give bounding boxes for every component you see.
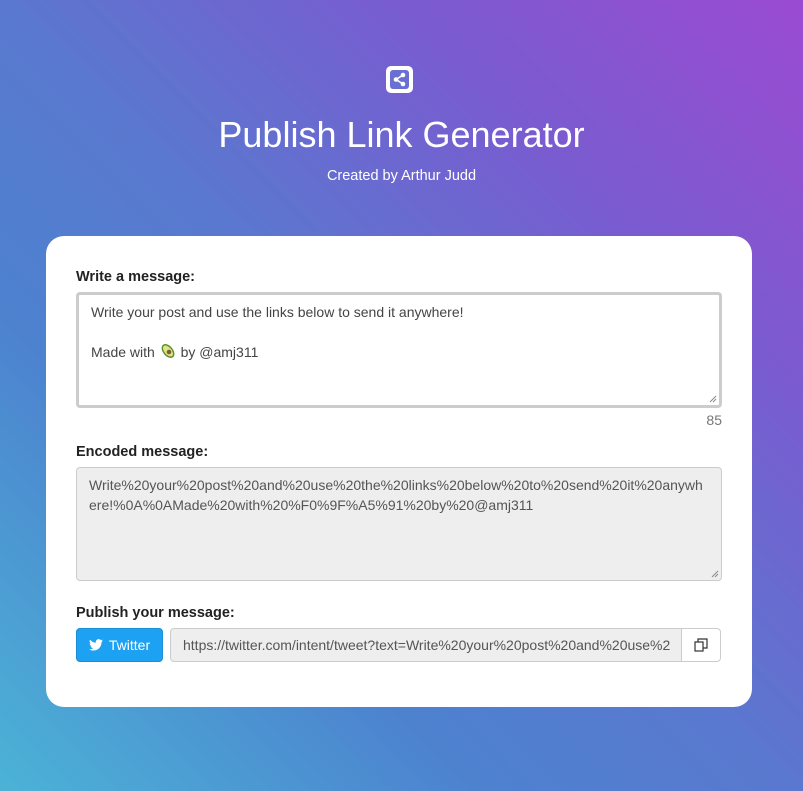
- twitter-icon: [88, 639, 103, 651]
- compose-label: Write a message:: [76, 269, 196, 285]
- twitter-button-label: Twitter: [108, 637, 151, 653]
- character-counter: 85: [706, 412, 722, 428]
- generator-card: Write a message: Write your post and use…: [46, 236, 752, 707]
- publish-label: Publish your message:: [76, 605, 235, 621]
- encoded-textarea[interactable]: Write%20your%20post%20and%20use%20the%20…: [76, 467, 722, 581]
- encoded-label: Encoded message:: [76, 444, 209, 460]
- page-subtitle: Created by Arthur Judd: [326, 168, 477, 184]
- copy-button[interactable]: [681, 628, 721, 662]
- twitter-url-input[interactable]: https://twitter.com/intent/tweet?text=Wr…: [170, 628, 682, 662]
- message-line-3-prefix: Made with: [91, 344, 159, 360]
- message-line-3-suffix: by @amj311: [176, 344, 259, 360]
- share-logo: [386, 66, 413, 93]
- twitter-button[interactable]: Twitter: [76, 628, 163, 662]
- resize-grip-icon[interactable]: [711, 570, 719, 578]
- encoded-value: Write%20your%20post%20and%20use%20the%20…: [89, 477, 703, 513]
- resize-grip-icon[interactable]: [709, 395, 717, 403]
- avocado-emoji-icon: [161, 344, 175, 358]
- message-textarea[interactable]: Write your post and use the links below …: [76, 292, 722, 408]
- copy-icon: [694, 638, 708, 652]
- message-line-1: Write your post and use the links below …: [91, 304, 464, 320]
- share-icon: [390, 70, 409, 89]
- page-title: Publish Link Generator: [218, 114, 585, 155]
